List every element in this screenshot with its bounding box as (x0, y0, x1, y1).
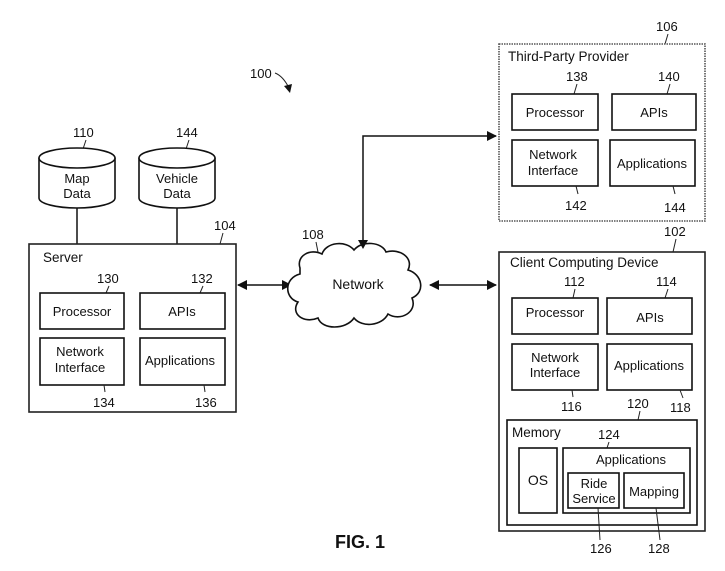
server-ref-leader (219, 232, 224, 245)
memory-applications-ref: 124 (598, 427, 620, 442)
map-data-ref: 110 (73, 125, 94, 140)
map-data-label-2: Data (63, 186, 91, 201)
server-ref: 104 (214, 218, 236, 233)
third-party-processor-label: Processor (526, 105, 585, 120)
network-cloud: 108 Network (286, 227, 422, 328)
third-party-applications-ref: 144 (664, 200, 686, 215)
client-applications-label: Applications (614, 358, 685, 373)
vehicle-data-label-2: Data (163, 186, 191, 201)
third-party-network-interface-ref: 142 (565, 198, 587, 213)
client-computing-device-block: 102 Client Computing Device 112 Processo… (498, 224, 706, 556)
client-processor-label: Processor (526, 305, 585, 320)
third-party-apis-ref: 140 (658, 69, 680, 84)
client-title: Client Computing Device (510, 255, 659, 270)
client-applications-ref: 118 (670, 400, 691, 415)
map-data-label-1: Map (64, 171, 89, 186)
network-ref: 108 (302, 227, 324, 242)
vehicle-data-cylinder-top (138, 147, 216, 169)
network-ref-leader (315, 241, 319, 253)
memory-ref: 120 (627, 396, 649, 411)
memory-applications-title: Applications (596, 452, 667, 467)
ride-service-label-2: Service (572, 491, 615, 506)
server-applications-ref: 136 (195, 395, 217, 410)
ride-service-ref: 126 (590, 541, 612, 556)
third-party-processor-ref: 138 (566, 69, 588, 84)
third-party-applications-label: Applications (617, 156, 688, 171)
mapping-label: Mapping (629, 484, 679, 499)
server-network-interface-label-2: Interface (55, 360, 106, 375)
third-party-ref-leader (664, 33, 669, 45)
os-label: OS (528, 472, 548, 488)
client-ref-leader (672, 238, 677, 253)
system-reference: 100 (250, 66, 292, 93)
client-network-interface-label-2: Interface (530, 365, 581, 380)
third-party-provider-block: 106 Third-Party Provider 138 Processor 1… (498, 19, 706, 222)
server-apis-label: APIs (168, 304, 196, 319)
server-processor-label: Processor (53, 304, 112, 319)
third-party-ref: 106 (656, 19, 678, 34)
server-title: Server (43, 250, 83, 265)
server-network-interface-ref: 134 (93, 395, 115, 410)
client-network-interface-ref: 116 (561, 399, 582, 414)
server-block: 104 Server 130 Processor 132 APIs Networ… (28, 218, 237, 413)
server-apis-ref: 132 (191, 271, 213, 286)
memory-title: Memory (512, 425, 561, 440)
network-label: Network (332, 276, 384, 292)
mapping-ref: 128 (648, 541, 670, 556)
server-applications-label: Applications (145, 353, 216, 368)
client-network-interface-label-1: Network (531, 350, 579, 365)
network-third-party-link (362, 131, 497, 247)
client-processor-ref: 112 (564, 274, 585, 289)
system-ref-label: 100 (250, 66, 272, 81)
server-processor-ref: 130 (97, 271, 119, 286)
client-ref: 102 (664, 224, 686, 239)
figure-label: FIG. 1 (335, 532, 385, 552)
vehicle-data-ref: 144 (176, 125, 198, 140)
vehicle-data-store: 144 Vehicle Data (138, 125, 216, 209)
system-ref-arrowhead-icon (284, 84, 292, 93)
client-apis-ref: 114 (656, 274, 677, 289)
third-party-network-interface-label-2: Interface (528, 163, 579, 178)
ride-service-label-1: Ride (581, 476, 608, 491)
system-diagram: 100 110 Map Data 144 Vehicle Data 104 Se… (28, 19, 706, 556)
server-network-interface-label-1: Network (56, 344, 104, 359)
third-party-network-interface-label-1: Network (529, 147, 577, 162)
third-party-title: Third-Party Provider (508, 49, 629, 64)
vehicle-data-label-1: Vehicle (156, 171, 198, 186)
third-party-apis-label: APIs (640, 105, 668, 120)
map-data-store: 110 Map Data (38, 125, 116, 209)
map-data-cylinder-top (38, 147, 116, 169)
client-apis-label: APIs (636, 310, 664, 325)
